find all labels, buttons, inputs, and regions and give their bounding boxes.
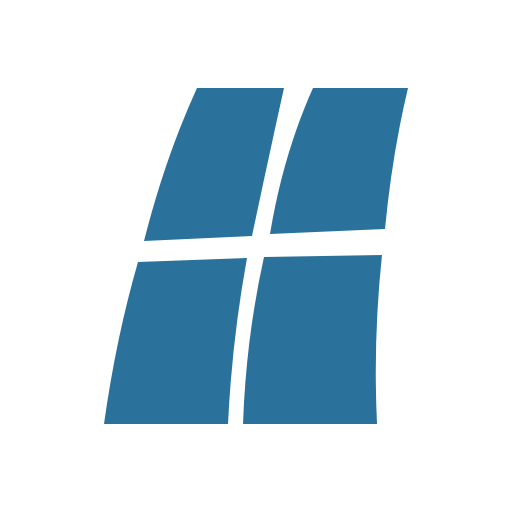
logo-canvas bbox=[0, 0, 512, 512]
window-pane-top-left bbox=[144, 88, 284, 241]
window-logo-icon bbox=[104, 88, 408, 424]
window-pane-top-right bbox=[270, 88, 408, 234]
window-pane-bottom-left bbox=[104, 258, 247, 424]
window-pane-bottom-right bbox=[243, 255, 382, 424]
